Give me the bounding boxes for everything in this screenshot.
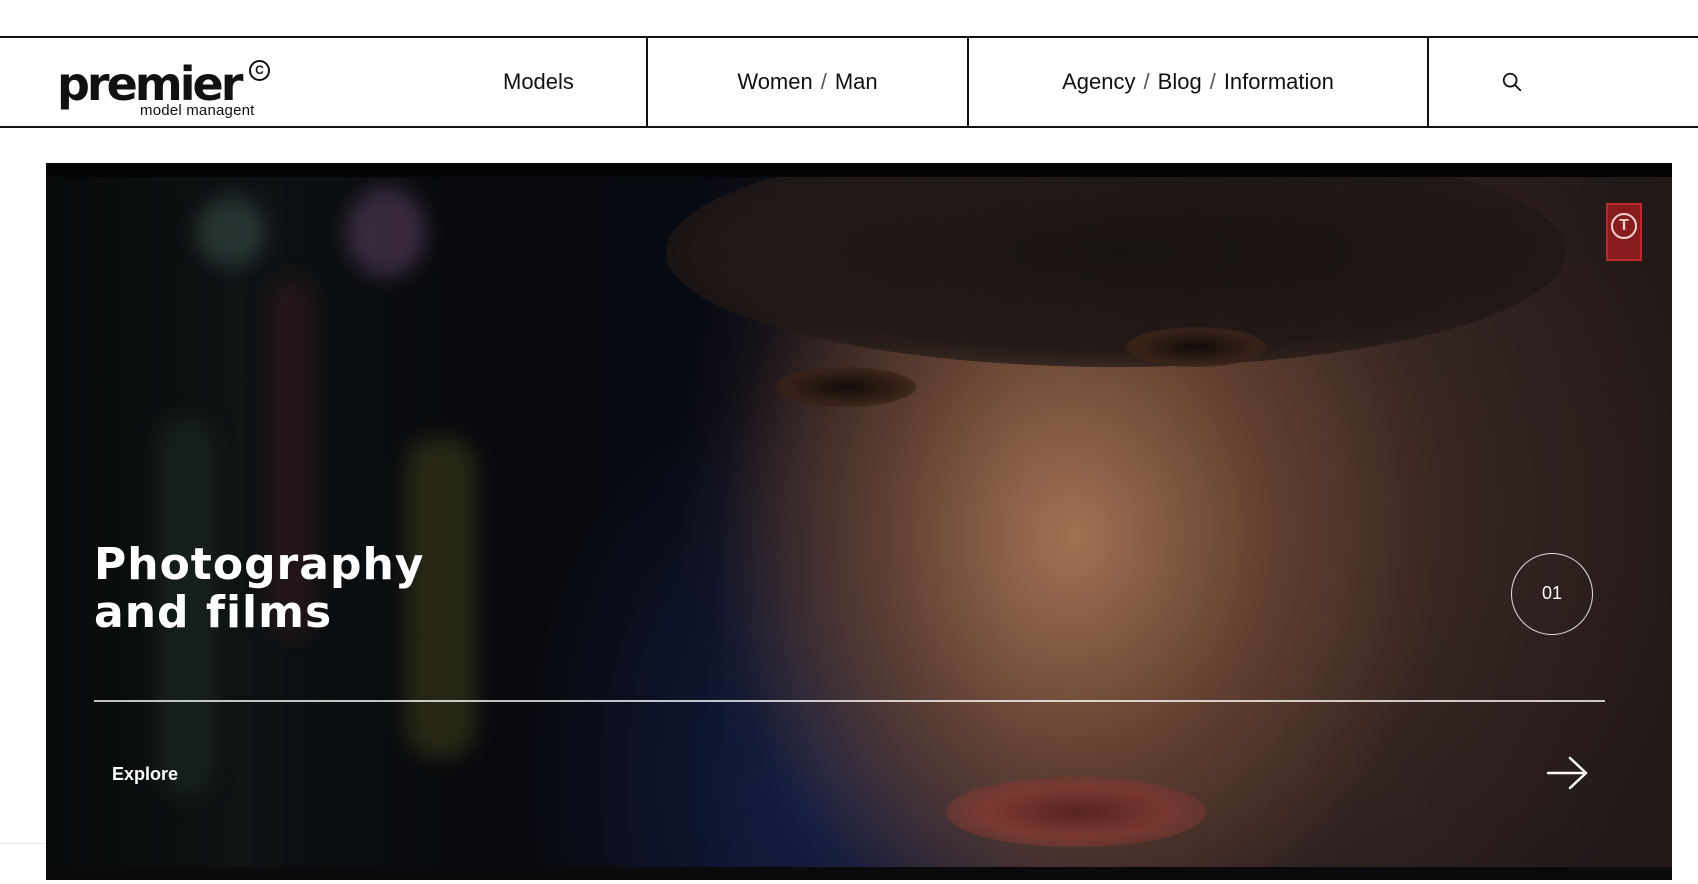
arrow-right-icon[interactable] <box>1544 753 1592 793</box>
hero-slider: T Photography and films 01 Explore <box>46 163 1672 880</box>
nav-separator: / <box>1209 69 1216 94</box>
search-icon[interactable] <box>1501 71 1523 93</box>
nav-man[interactable]: Man <box>835 69 878 95</box>
page: premier C model managent Models Women / … <box>0 0 1698 884</box>
nav-agency[interactable]: Agency <box>1062 69 1135 95</box>
copyright-icon: C <box>249 60 270 81</box>
hero-title: Photography and films <box>94 539 425 638</box>
nav-gender: Women / Man <box>646 38 967 126</box>
brand-logo[interactable]: premier C model managent <box>57 58 277 120</box>
explore-link[interactable]: Explore <box>112 764 178 785</box>
nav-information[interactable]: Information <box>1224 69 1334 95</box>
nav-blog[interactable]: Blog <box>1158 69 1202 95</box>
nav-women[interactable]: Women <box>737 69 812 95</box>
brand-tagline: model managent <box>140 102 255 119</box>
logo-cell: premier C model managent Models <box>0 38 646 126</box>
search-cell <box>1427 38 1698 126</box>
site-header: premier C model managent Models Women / … <box>0 36 1698 128</box>
slide-number[interactable]: 01 <box>1511 553 1593 635</box>
nav-models[interactable]: Models <box>503 38 574 126</box>
hero-image <box>46 177 1672 867</box>
nav-agency-group: Agency / Blog / Information <box>967 38 1427 126</box>
channel-logo-icon: T <box>1611 213 1637 239</box>
hero-bottom-bar <box>46 867 1672 880</box>
nav-separator: / <box>1143 69 1150 94</box>
nav-separator: / <box>820 69 827 94</box>
channel-logo-badge: T <box>1606 203 1642 261</box>
page-divider <box>0 843 46 844</box>
hero-divider <box>94 700 1605 702</box>
hero-vignette <box>46 177 1672 867</box>
